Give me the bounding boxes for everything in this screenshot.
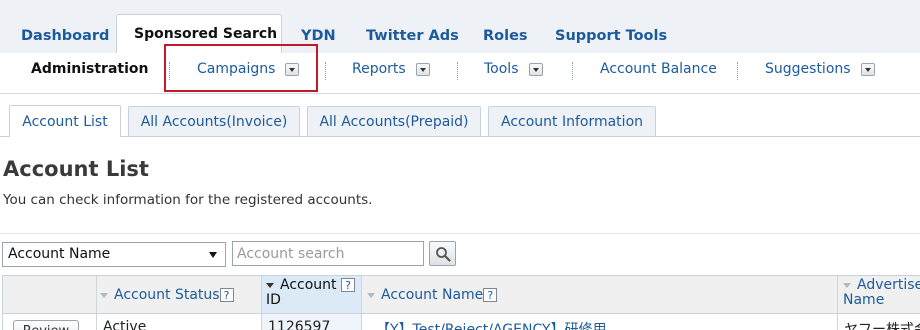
subnav-reports-label: Reports — [352, 61, 406, 77]
column-header-account-status-label: Account Status — [114, 287, 220, 303]
sort-icon — [100, 292, 108, 298]
subnav-suggestions-label: Suggestions — [765, 61, 851, 77]
search-input[interactable] — [232, 241, 424, 266]
column-header-account-id-label: Account — [280, 277, 337, 293]
campaigns-highlight-annotation — [164, 44, 318, 92]
tab-support-tools[interactable]: Support Tools — [555, 28, 667, 44]
sort-icon — [367, 292, 375, 298]
search-button[interactable] — [429, 241, 456, 266]
subnav-tools-label: Tools — [484, 61, 519, 77]
tab-all-accounts-invoice-label: All Accounts(Invoice) — [140, 113, 288, 130]
column-header-account-name-label: Account Name — [381, 287, 484, 303]
tab-twitter-ads[interactable]: Twitter Ads — [366, 28, 459, 44]
column-header-account-name[interactable]: Account Name? — [362, 276, 838, 314]
table-cell-account-name[interactable]: 【Y】Test/Reject/AGENCY】研修用 — [362, 314, 838, 330]
search-field-select[interactable]: Account Name — [2, 242, 226, 267]
subnav-divider — [572, 62, 573, 80]
subnav-divider — [737, 62, 738, 80]
top-nav: Dashboard Sponsored Search YDN Twitter A… — [0, 0, 920, 54]
column-header-advertiser-name-label: Advertise — [857, 277, 920, 293]
subnav-divider — [457, 62, 458, 80]
column-header-action — [3, 276, 97, 314]
tab-all-accounts-prepaid[interactable]: All Accounts(Prepaid) — [307, 106, 481, 136]
help-icon[interactable]: ? — [340, 278, 355, 292]
subnav-divider — [325, 62, 326, 80]
tab-account-information-label: Account Information — [500, 113, 644, 130]
chevron-down-icon[interactable] — [415, 62, 430, 76]
page-description: You can check information for the regist… — [3, 192, 373, 208]
table-cell-advertiser: ヤフー株式会 — [838, 314, 920, 330]
subnav-account-balance[interactable]: Account Balance — [600, 61, 717, 77]
help-icon[interactable]: ? — [483, 288, 498, 302]
tab-ydn[interactable]: YDN — [301, 28, 336, 44]
tab-account-list[interactable]: Account List — [9, 105, 121, 137]
sort-desc-icon — [266, 282, 274, 288]
sub-nav: Administration Campaigns Reports Tools A… — [0, 53, 920, 94]
account-table: Account Status? Account ? ID Account Nam… — [2, 275, 920, 330]
tab-roles[interactable]: Roles — [483, 28, 528, 44]
subnav-tools[interactable]: Tools — [484, 61, 543, 77]
tab-all-accounts-prepaid-label: All Accounts(Prepaid) — [319, 113, 469, 130]
page-title: Account List — [3, 157, 149, 181]
tab-dashboard[interactable]: Dashboard — [21, 28, 109, 44]
table-cell-status: Active — [97, 314, 262, 330]
subnav-suggestions[interactable]: Suggestions — [765, 61, 875, 77]
search-field-select-value: Account Name — [8, 246, 111, 262]
column-header-account-id-label-2: ID — [266, 292, 281, 308]
chevron-down-icon[interactable] — [528, 62, 543, 76]
account-tabs: Account List All Accounts(Invoice) All A… — [0, 104, 920, 137]
column-header-account-status[interactable]: Account Status? — [97, 276, 262, 314]
table-cell-account-id: 1126597 — [262, 314, 362, 330]
column-header-account-id[interactable]: Account ? ID — [262, 276, 362, 314]
chevron-down-icon[interactable] — [860, 62, 875, 76]
subnav-administration[interactable]: Administration — [31, 61, 148, 77]
subnav-reports[interactable]: Reports — [352, 61, 430, 77]
tab-sponsored-search-label: Sponsored Search — [134, 26, 278, 42]
divider — [0, 233, 920, 234]
tab-all-accounts-invoice[interactable]: All Accounts(Invoice) — [128, 106, 300, 136]
help-icon[interactable]: ? — [219, 288, 234, 302]
tab-account-information[interactable]: Account Information — [488, 106, 656, 136]
subnav-account-balance-label: Account Balance — [600, 61, 717, 77]
chevron-down-icon — [209, 252, 217, 258]
sort-icon — [843, 282, 851, 288]
tab-account-list-label: Account List — [22, 113, 108, 130]
column-header-advertiser-name-label-2: Name — [843, 292, 885, 308]
search-icon — [436, 247, 451, 262]
column-header-advertiser-name[interactable]: Advertise Name — [838, 276, 920, 314]
